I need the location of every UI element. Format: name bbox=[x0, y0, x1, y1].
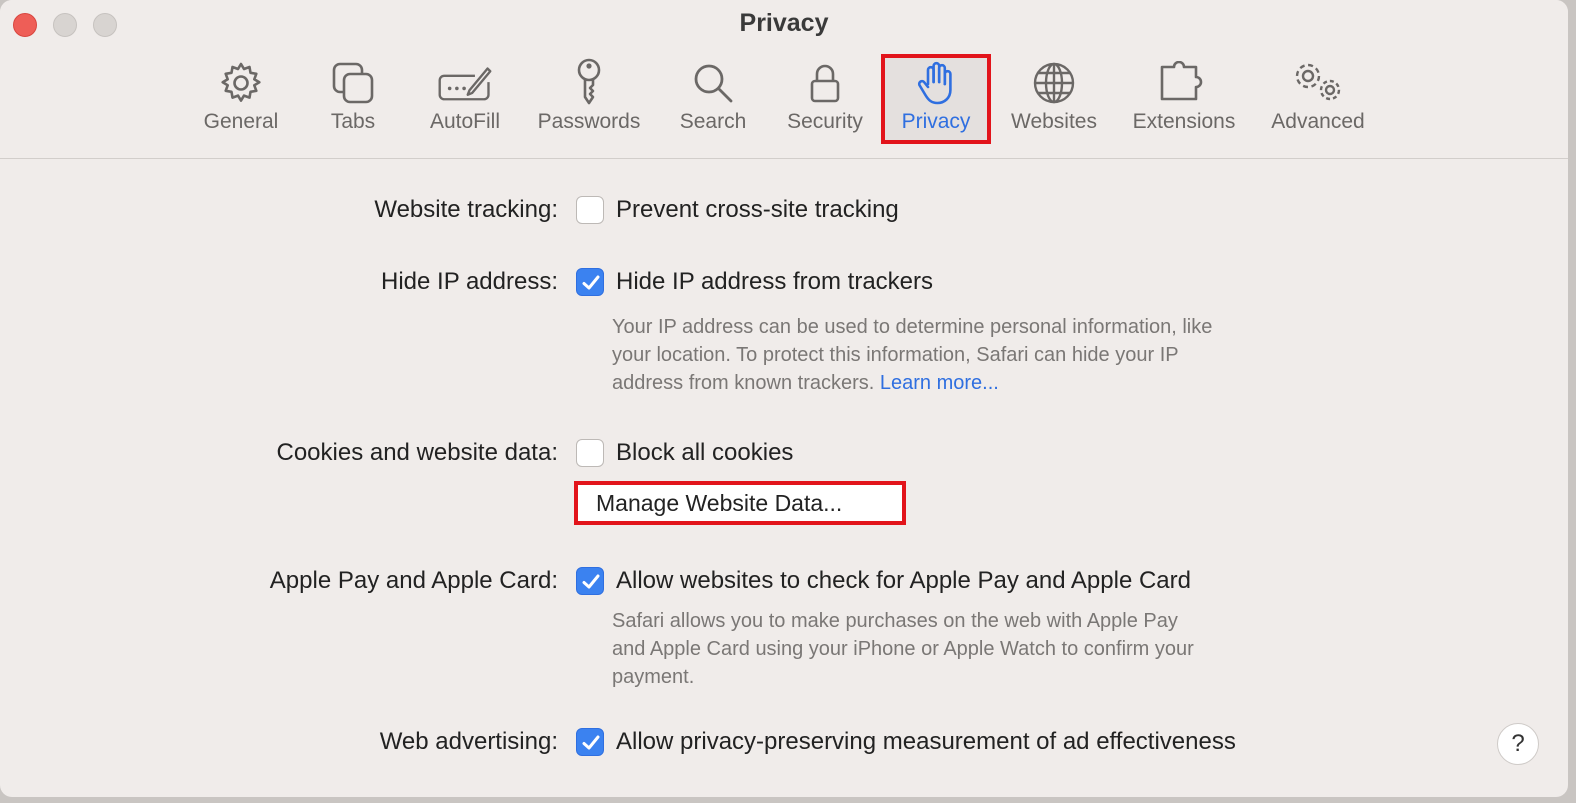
cookies-label: Cookies and website data: bbox=[276, 439, 558, 466]
puzzle-icon bbox=[1156, 58, 1212, 108]
help-button[interactable]: ? bbox=[1497, 723, 1539, 765]
gear-icon bbox=[213, 58, 269, 108]
prevent-cross-site-tracking-text: Prevent cross-site tracking bbox=[616, 196, 899, 223]
tab-security-label: Security bbox=[787, 110, 863, 133]
window-title: Privacy bbox=[739, 9, 829, 37]
web-advertising-checkbox[interactable] bbox=[576, 728, 604, 756]
gears-icon bbox=[1290, 58, 1346, 108]
tab-security[interactable]: Security bbox=[778, 58, 872, 142]
block-all-cookies-checkbox[interactable] bbox=[576, 439, 604, 467]
web-advertising-label: Web advertising: bbox=[379, 728, 558, 755]
tab-privacy[interactable]: Privacy bbox=[891, 58, 981, 142]
checkmark-icon bbox=[582, 574, 600, 589]
hide-ip-description: Your IP address can be used to determine… bbox=[612, 313, 1332, 397]
preferences-window: Privacy General Tabs AutoFill Passwords … bbox=[0, 0, 1568, 797]
hide-ip-label: Hide IP address: bbox=[381, 268, 558, 295]
tab-websites[interactable]: Websites bbox=[1004, 58, 1104, 142]
hide-ip-description-line2: your location. To protect this informati… bbox=[612, 344, 1179, 366]
manage-website-data-button[interactable]: Manage Website Data... bbox=[574, 481, 906, 525]
apple-pay-label: Apple Pay and Apple Card: bbox=[269, 567, 558, 594]
apple-pay-description-line3: payment. bbox=[612, 666, 695, 688]
tab-autofill-label: AutoFill bbox=[429, 110, 501, 133]
tab-advanced[interactable]: Advanced bbox=[1264, 58, 1372, 142]
block-all-cookies-text: Block all cookies bbox=[616, 439, 794, 466]
magnifier-icon bbox=[685, 58, 741, 108]
tab-search-label: Search bbox=[679, 110, 747, 133]
tab-search[interactable]: Search bbox=[672, 58, 754, 142]
web-advertising-text: Allow privacy-preserving measurement of … bbox=[616, 728, 1236, 755]
key-icon bbox=[561, 58, 617, 108]
apple-pay-description: Safari allows you to make purchases on t… bbox=[612, 607, 1332, 691]
tab-general-label: General bbox=[203, 110, 279, 133]
website-tracking-label: Website tracking: bbox=[374, 196, 558, 223]
learn-more-link[interactable]: Learn more... bbox=[880, 372, 999, 394]
tab-passwords-label: Passwords bbox=[537, 110, 641, 133]
checkmark-icon bbox=[582, 275, 600, 290]
hand-icon bbox=[908, 58, 964, 108]
tab-extensions-label: Extensions bbox=[1132, 110, 1236, 133]
autofill-icon bbox=[437, 58, 493, 108]
tab-privacy-label: Privacy bbox=[901, 110, 971, 133]
checkmark-icon bbox=[582, 735, 600, 750]
tab-tabs[interactable]: Tabs bbox=[316, 58, 390, 142]
apple-pay-text: Allow websites to check for Apple Pay an… bbox=[616, 567, 1191, 594]
tab-general[interactable]: General bbox=[196, 58, 286, 142]
hide-ip-description-line3-wrap: address from known trackers. Learn more.… bbox=[612, 369, 1332, 397]
prevent-cross-site-tracking-checkbox[interactable] bbox=[576, 196, 604, 224]
tabs-icon bbox=[325, 58, 381, 108]
tab-extensions[interactable]: Extensions bbox=[1124, 58, 1244, 142]
globe-icon bbox=[1026, 58, 1082, 108]
tab-advanced-label: Advanced bbox=[1271, 110, 1365, 133]
apple-pay-description-line2: and Apple Card using your iPhone or Appl… bbox=[612, 638, 1194, 660]
tab-autofill[interactable]: AutoFill bbox=[420, 58, 510, 142]
hide-ip-description-line3: address from known trackers. bbox=[612, 372, 875, 394]
lock-icon bbox=[797, 58, 853, 108]
tab-websites-label: Websites bbox=[1011, 110, 1097, 133]
apple-pay-description-line1: Safari allows you to make purchases on t… bbox=[612, 610, 1178, 632]
hide-ip-text: Hide IP address from trackers bbox=[616, 268, 934, 295]
tab-passwords[interactable]: Passwords bbox=[530, 58, 648, 142]
hide-ip-description-line1: Your IP address can be used to determine… bbox=[612, 316, 1213, 338]
apple-pay-checkbox[interactable] bbox=[576, 567, 604, 595]
tab-tabs-label: Tabs bbox=[330, 110, 376, 133]
toolbar: Privacy General Tabs AutoFill Passwords … bbox=[0, 0, 1568, 159]
hide-ip-checkbox[interactable] bbox=[576, 268, 604, 296]
